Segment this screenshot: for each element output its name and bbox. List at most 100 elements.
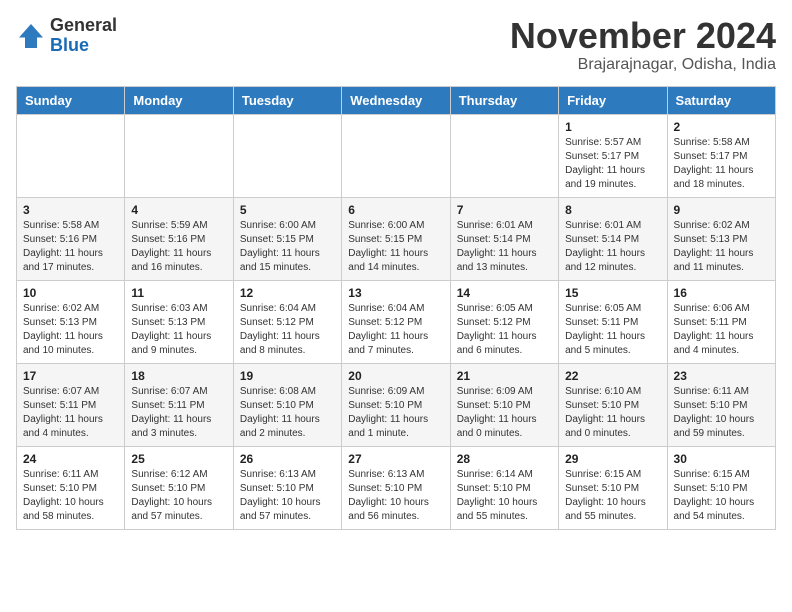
day-info: Sunrise: 6:02 AM Sunset: 5:13 PM Dayligh…	[674, 219, 769, 275]
calendar-cell: 16 Sunrise: 6:06 AM Sunset: 5:11 PM Dayli…	[667, 280, 775, 363]
day-info: Sunrise: 6:04 AM Sunset: 5:12 PM Dayligh…	[348, 302, 443, 358]
day-number: 17	[23, 369, 118, 383]
day-info: Sunrise: 6:04 AM Sunset: 5:12 PM Dayligh…	[240, 302, 335, 358]
day-info: Sunrise: 6:05 AM Sunset: 5:11 PM Dayligh…	[565, 302, 660, 358]
calendar-cell: 8 Sunrise: 6:01 AM Sunset: 5:14 PM Daylig…	[559, 197, 667, 280]
day-info: Sunrise: 6:13 AM Sunset: 5:10 PM Dayligh…	[240, 468, 335, 524]
day-number: 6	[348, 203, 443, 217]
calendar-cell: 25 Sunrise: 6:12 AM Sunset: 5:10 PM Dayli…	[125, 446, 233, 529]
page-header: General Blue November 2024 Brajarajnagar…	[16, 16, 776, 74]
calendar-cell: 14 Sunrise: 6:05 AM Sunset: 5:12 PM Dayli…	[450, 280, 558, 363]
day-number: 12	[240, 286, 335, 300]
day-info: Sunrise: 6:06 AM Sunset: 5:11 PM Dayligh…	[674, 302, 769, 358]
day-number: 25	[131, 452, 226, 466]
day-number: 23	[674, 369, 769, 383]
calendar-header: SundayMondayTuesdayWednesdayThursdayFrid…	[17, 86, 776, 114]
day-info: Sunrise: 6:11 AM Sunset: 5:10 PM Dayligh…	[23, 468, 118, 524]
weekday-header: Monday	[125, 86, 233, 114]
day-info: Sunrise: 6:13 AM Sunset: 5:10 PM Dayligh…	[348, 468, 443, 524]
day-info: Sunrise: 6:14 AM Sunset: 5:10 PM Dayligh…	[457, 468, 552, 524]
day-info: Sunrise: 6:03 AM Sunset: 5:13 PM Dayligh…	[131, 302, 226, 358]
weekday-header: Sunday	[17, 86, 125, 114]
day-info: Sunrise: 6:00 AM Sunset: 5:15 PM Dayligh…	[348, 219, 443, 275]
calendar-cell: 10 Sunrise: 6:02 AM Sunset: 5:13 PM Dayli…	[17, 280, 125, 363]
calendar-cell: 3Sunrise: 5:58 AM Sunset: 5:16 PM Daylig…	[17, 197, 125, 280]
calendar-cell: 2Sunrise: 5:58 AM Sunset: 5:17 PM Daylig…	[667, 114, 775, 197]
day-number: 2	[674, 120, 769, 134]
weekday-header: Tuesday	[233, 86, 341, 114]
day-number: 18	[131, 369, 226, 383]
day-info: Sunrise: 6:05 AM Sunset: 5:12 PM Dayligh…	[457, 302, 552, 358]
day-info: Sunrise: 6:15 AM Sunset: 5:10 PM Dayligh…	[565, 468, 660, 524]
day-info: Sunrise: 6:10 AM Sunset: 5:10 PM Dayligh…	[565, 385, 660, 441]
calendar-cell	[17, 114, 125, 197]
calendar-week-row: 24 Sunrise: 6:11 AM Sunset: 5:10 PM Dayli…	[17, 446, 776, 529]
day-number: 11	[131, 286, 226, 300]
calendar-cell: 29Sunrise: 6:15 AM Sunset: 5:10 PM Dayli…	[559, 446, 667, 529]
calendar-cell: 13 Sunrise: 6:04 AM Sunset: 5:12 PM Dayli…	[342, 280, 450, 363]
day-number: 28	[457, 452, 552, 466]
day-number: 7	[457, 203, 552, 217]
calendar-cell: 6 Sunrise: 6:00 AM Sunset: 5:15 PM Daylig…	[342, 197, 450, 280]
calendar-cell: 30 Sunrise: 6:15 AM Sunset: 5:10 PM Dayli…	[667, 446, 775, 529]
day-number: 8	[565, 203, 660, 217]
weekday-header: Thursday	[450, 86, 558, 114]
weekday-header: Wednesday	[342, 86, 450, 114]
day-number: 27	[348, 452, 443, 466]
calendar-week-row: 3Sunrise: 5:58 AM Sunset: 5:16 PM Daylig…	[17, 197, 776, 280]
day-number: 19	[240, 369, 335, 383]
calendar-cell: 9 Sunrise: 6:02 AM Sunset: 5:13 PM Daylig…	[667, 197, 775, 280]
calendar-cell: 28 Sunrise: 6:14 AM Sunset: 5:10 PM Dayli…	[450, 446, 558, 529]
day-info: Sunrise: 6:02 AM Sunset: 5:13 PM Dayligh…	[23, 302, 118, 358]
day-info: Sunrise: 6:11 AM Sunset: 5:10 PM Dayligh…	[674, 385, 769, 441]
calendar-cell: 11 Sunrise: 6:03 AM Sunset: 5:13 PM Dayli…	[125, 280, 233, 363]
calendar-week-row: 1Sunrise: 5:57 AM Sunset: 5:17 PM Daylig…	[17, 114, 776, 197]
title-block: November 2024 Brajarajnagar, Odisha, Ind…	[510, 16, 776, 74]
day-number: 9	[674, 203, 769, 217]
day-number: 13	[348, 286, 443, 300]
day-number: 20	[348, 369, 443, 383]
day-number: 16	[674, 286, 769, 300]
calendar-cell: 12 Sunrise: 6:04 AM Sunset: 5:12 PM Dayli…	[233, 280, 341, 363]
day-info: Sunrise: 6:01 AM Sunset: 5:14 PM Dayligh…	[565, 219, 660, 275]
calendar-cell: 19 Sunrise: 6:08 AM Sunset: 5:10 PM Dayli…	[233, 363, 341, 446]
calendar-cell: 24 Sunrise: 6:11 AM Sunset: 5:10 PM Dayli…	[17, 446, 125, 529]
day-number: 26	[240, 452, 335, 466]
day-info: Sunrise: 6:12 AM Sunset: 5:10 PM Dayligh…	[131, 468, 226, 524]
month-title: November 2024	[510, 16, 776, 56]
day-number: 5	[240, 203, 335, 217]
day-info: Sunrise: 5:59 AM Sunset: 5:16 PM Dayligh…	[131, 219, 226, 275]
calendar-cell: 21Sunrise: 6:09 AM Sunset: 5:10 PM Dayli…	[450, 363, 558, 446]
day-info: Sunrise: 5:58 AM Sunset: 5:16 PM Dayligh…	[23, 219, 118, 275]
day-number: 30	[674, 452, 769, 466]
day-info: Sunrise: 6:09 AM Sunset: 5:10 PM Dayligh…	[457, 385, 552, 441]
day-number: 15	[565, 286, 660, 300]
calendar-cell: 7Sunrise: 6:01 AM Sunset: 5:14 PM Daylig…	[450, 197, 558, 280]
day-number: 10	[23, 286, 118, 300]
calendar-cell: 20Sunrise: 6:09 AM Sunset: 5:10 PM Dayli…	[342, 363, 450, 446]
calendar-cell: 26 Sunrise: 6:13 AM Sunset: 5:10 PM Dayli…	[233, 446, 341, 529]
day-number: 24	[23, 452, 118, 466]
weekday-row: SundayMondayTuesdayWednesdayThursdayFrid…	[17, 86, 776, 114]
calendar-cell	[342, 114, 450, 197]
calendar-cell	[125, 114, 233, 197]
day-info: Sunrise: 6:15 AM Sunset: 5:10 PM Dayligh…	[674, 468, 769, 524]
day-info: Sunrise: 6:08 AM Sunset: 5:10 PM Dayligh…	[240, 385, 335, 441]
day-info: Sunrise: 6:07 AM Sunset: 5:11 PM Dayligh…	[131, 385, 226, 441]
day-number: 14	[457, 286, 552, 300]
calendar-week-row: 10 Sunrise: 6:02 AM Sunset: 5:13 PM Dayli…	[17, 280, 776, 363]
calendar-cell: 15 Sunrise: 6:05 AM Sunset: 5:11 PM Dayli…	[559, 280, 667, 363]
logo-icon	[16, 21, 46, 51]
day-info: Sunrise: 5:57 AM Sunset: 5:17 PM Dayligh…	[565, 136, 660, 192]
calendar-cell: 18 Sunrise: 6:07 AM Sunset: 5:11 PM Dayli…	[125, 363, 233, 446]
calendar-cell	[233, 114, 341, 197]
day-number: 4	[131, 203, 226, 217]
day-number: 22	[565, 369, 660, 383]
day-info: Sunrise: 6:00 AM Sunset: 5:15 PM Dayligh…	[240, 219, 335, 275]
weekday-header: Friday	[559, 86, 667, 114]
calendar-cell	[450, 114, 558, 197]
day-info: Sunrise: 6:07 AM Sunset: 5:11 PM Dayligh…	[23, 385, 118, 441]
calendar-body: 1Sunrise: 5:57 AM Sunset: 5:17 PM Daylig…	[17, 114, 776, 529]
calendar-table: SundayMondayTuesdayWednesdayThursdayFrid…	[16, 86, 776, 530]
calendar-cell: 17 Sunrise: 6:07 AM Sunset: 5:11 PM Dayli…	[17, 363, 125, 446]
